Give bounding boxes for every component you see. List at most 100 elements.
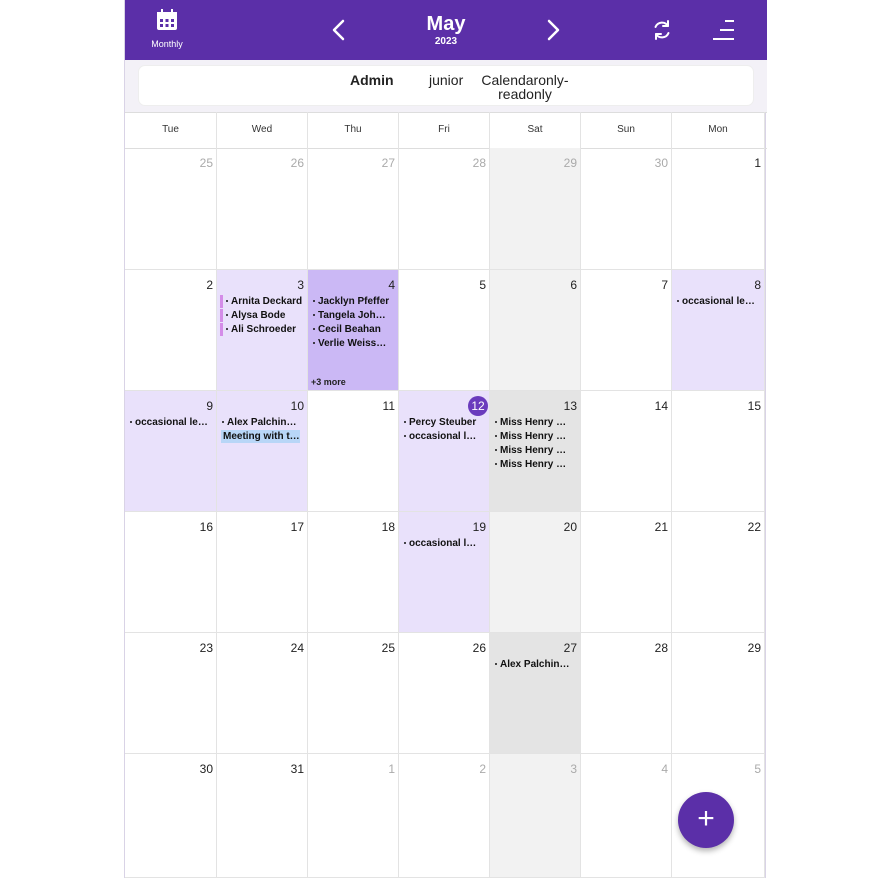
day-cell[interactable]: 11 bbox=[308, 391, 399, 512]
day-cell[interactable]: 18 bbox=[308, 512, 399, 633]
date-number: 31 bbox=[290, 762, 304, 776]
date-number: 3 bbox=[297, 278, 304, 292]
date-number: 20 bbox=[563, 520, 577, 534]
event-chip[interactable]: occasional leave bbox=[130, 416, 208, 429]
day-cell[interactable]: 24 bbox=[217, 633, 308, 754]
date-number: 26 bbox=[290, 156, 304, 170]
day-cell[interactable]: 2 bbox=[125, 270, 217, 391]
date-number: 27 bbox=[563, 641, 577, 655]
event-chip[interactable]: Arnita Deckard bbox=[220, 295, 303, 308]
day-cell[interactable]: 5 bbox=[399, 270, 490, 391]
event-title: Alex Palchinsky bbox=[227, 417, 299, 428]
refresh-icon bbox=[654, 20, 670, 40]
event-title: Verlie Weissnat bbox=[318, 338, 390, 349]
event-title: occasional leave bbox=[682, 296, 756, 307]
day-cell[interactable]: 2 bbox=[399, 754, 490, 878]
event-dot-icon bbox=[226, 314, 228, 317]
calendar-tab-junior[interactable]: junior bbox=[429, 73, 463, 87]
next-month-button[interactable] bbox=[539, 16, 567, 44]
add-event-button[interactable]: + bbox=[678, 792, 734, 848]
day-cell[interactable]: 23 bbox=[125, 633, 217, 754]
day-cell[interactable]: 27 Alex Palchinsky bbox=[490, 633, 581, 754]
day-cell[interactable]: 21 bbox=[581, 512, 672, 633]
day-cell[interactable]: 29 bbox=[672, 633, 765, 754]
event-chip[interactable]: Alex Palchinsky bbox=[222, 416, 299, 429]
day-cell[interactable]: 9 occasional leave bbox=[125, 391, 217, 512]
day-cell[interactable]: 1 bbox=[308, 754, 399, 878]
day-cell[interactable]: 1 bbox=[672, 148, 765, 270]
event-chip[interactable]: Alex Palchinsky bbox=[495, 658, 572, 671]
day-cell[interactable]: 16 bbox=[125, 512, 217, 633]
event-title: Miss Henry Kuhn bbox=[500, 459, 572, 470]
event-chip[interactable]: Jacklyn Pfeffer bbox=[313, 295, 390, 308]
event-chip[interactable]: Miss Henry Kuhn bbox=[495, 444, 572, 457]
day-cell[interactable]: 17 bbox=[217, 512, 308, 633]
day-cell[interactable]: 3 Arnita Deckard Alysa Bode Ali Schroeder bbox=[217, 270, 308, 391]
date-number: 5 bbox=[754, 762, 761, 776]
date-number: 1 bbox=[388, 762, 395, 776]
event-chip[interactable]: Cecil Beahan bbox=[313, 323, 390, 336]
date-number: 16 bbox=[199, 520, 213, 534]
menu-button[interactable] bbox=[711, 18, 737, 42]
day-cell[interactable]: 28 bbox=[581, 633, 672, 754]
day-cell[interactable]: 27 bbox=[308, 148, 399, 270]
event-chip[interactable]: occasional leave bbox=[404, 537, 481, 550]
day-cell[interactable]: 26 bbox=[399, 633, 490, 754]
date-number: 21 bbox=[654, 520, 668, 534]
event-chip[interactable]: Miss Henry Kuhn bbox=[495, 430, 572, 443]
event-dot-icon bbox=[404, 435, 406, 438]
day-cell[interactable]: 20 bbox=[490, 512, 581, 633]
day-cell[interactable]: 19 occasional leave bbox=[399, 512, 490, 633]
date-number: 25 bbox=[381, 641, 395, 655]
event-chip[interactable]: Miss Henry Kuhn bbox=[495, 458, 572, 471]
day-cell[interactable]: 30 bbox=[581, 148, 672, 270]
date-number: 2 bbox=[479, 762, 486, 776]
event-chip[interactable]: Verlie Weissnat bbox=[313, 337, 390, 350]
event-dot-icon bbox=[677, 300, 679, 303]
event-chip[interactable]: Miss Henry Kuhn bbox=[495, 416, 572, 429]
day-cell[interactable]: 30 bbox=[125, 754, 217, 878]
refresh-button[interactable] bbox=[649, 17, 675, 43]
day-cell[interactable]: 29 bbox=[490, 148, 581, 270]
event-chip[interactable]: Tangela Johnson bbox=[313, 309, 390, 322]
day-cell[interactable]: 6 bbox=[490, 270, 581, 391]
day-cell[interactable]: 3 bbox=[490, 754, 581, 878]
date-number: 26 bbox=[472, 641, 486, 655]
day-cell[interactable]: 8 occasional leave bbox=[672, 270, 765, 391]
calendar-tab-readonly[interactable]: Calendaronly-readonly bbox=[476, 73, 574, 101]
calendar-tab-admin[interactable]: Admin bbox=[350, 73, 394, 87]
event-dot-icon bbox=[313, 300, 315, 303]
event-chip[interactable]: Percy Steuber bbox=[404, 416, 481, 429]
day-cell[interactable]: 31 bbox=[217, 754, 308, 878]
date-number: 27 bbox=[381, 156, 395, 170]
day-cell[interactable]: 28 bbox=[399, 148, 490, 270]
event-dot-icon bbox=[226, 300, 228, 303]
weekday-label: Thu bbox=[308, 112, 399, 148]
event-chip[interactable]: Ali Schroeder bbox=[220, 323, 303, 336]
day-cell[interactable]: 4 Jacklyn Pfeffer Tangela Johnson Cecil Bea… bbox=[308, 270, 399, 391]
event-chip[interactable]: occasional leave bbox=[404, 430, 481, 443]
day-cell[interactable]: 25 bbox=[125, 148, 217, 270]
event-chip[interactable]: Meeting with team bbox=[221, 430, 300, 443]
day-cell[interactable]: 15 bbox=[672, 391, 765, 512]
event-title: occasional leave bbox=[409, 538, 481, 549]
day-cell[interactable]: 10 Alex Palchinsky Meeting with team bbox=[217, 391, 308, 512]
day-cell[interactable]: 12 Percy Steuber occasional leave bbox=[399, 391, 490, 512]
day-cell[interactable]: 26 bbox=[217, 148, 308, 270]
day-cell[interactable]: 22 bbox=[672, 512, 765, 633]
event-dot-icon bbox=[404, 542, 406, 545]
more-events-link[interactable]: +3 more bbox=[311, 377, 346, 387]
date-number: 24 bbox=[290, 641, 304, 655]
event-dot-icon bbox=[495, 435, 497, 438]
day-cell[interactable]: 25 bbox=[308, 633, 399, 754]
event-chip[interactable]: Alysa Bode bbox=[220, 309, 303, 322]
event-title: occasional leave bbox=[135, 417, 208, 428]
day-cell[interactable]: 13 Miss Henry Kuhn Miss Henry Kuhn Miss Hen… bbox=[490, 391, 581, 512]
date-number: 5 bbox=[479, 278, 486, 292]
day-cell[interactable]: 7 bbox=[581, 270, 672, 391]
event-dot-icon bbox=[495, 663, 497, 666]
day-cell[interactable]: 4 bbox=[581, 754, 672, 878]
date-number: 19 bbox=[472, 520, 486, 534]
event-chip[interactable]: occasional leave bbox=[677, 295, 756, 308]
day-cell[interactable]: 14 bbox=[581, 391, 672, 512]
